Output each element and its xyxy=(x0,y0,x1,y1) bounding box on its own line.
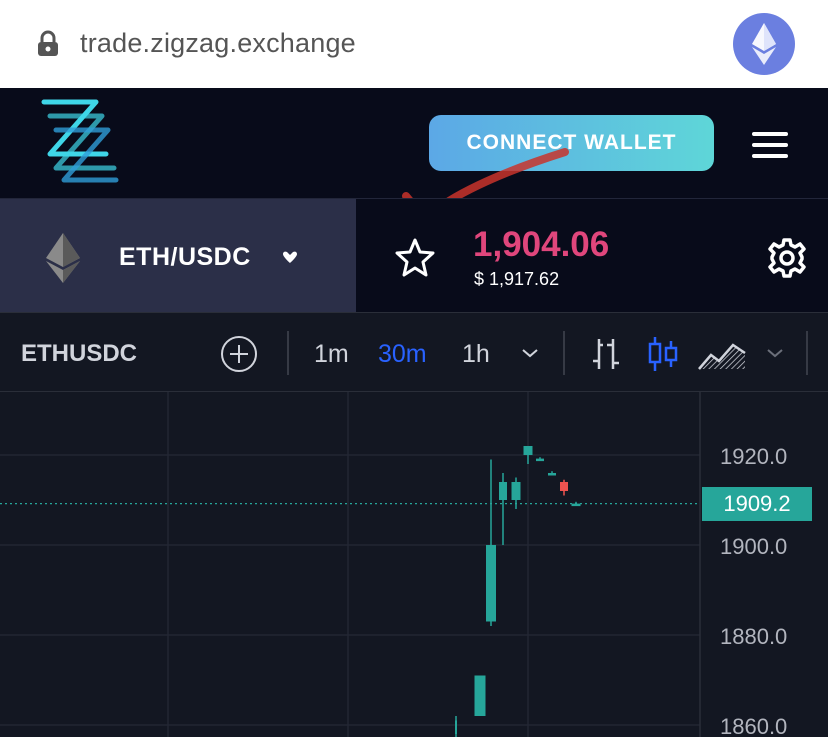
chart-canvas[interactable] xyxy=(0,392,828,737)
candle-body xyxy=(548,473,556,476)
toolbar-separator xyxy=(806,331,808,375)
area-icon[interactable] xyxy=(697,335,747,373)
timeframe-1m[interactable]: 1m xyxy=(314,340,349,369)
favorite-star-icon[interactable] xyxy=(394,237,436,277)
candle-body xyxy=(486,545,496,622)
ethereum-icon xyxy=(46,233,80,283)
candle-body xyxy=(455,720,457,734)
candle-body xyxy=(499,482,507,500)
chart-toolbar: ETHUSDC 1m 30m 1h xyxy=(0,312,828,392)
usd-price: $ 1,917.62 xyxy=(474,269,560,289)
market-bar: ETH/USDC 1,904.06 $ 1,917.62 xyxy=(0,198,828,313)
candles-icon[interactable] xyxy=(646,335,680,373)
y-tick-label: 1900.0 xyxy=(720,534,788,559)
url-text[interactable]: trade.zigzag.exchange xyxy=(80,28,356,59)
chart-symbol[interactable]: ETHUSDC xyxy=(21,340,137,368)
bars-icon[interactable] xyxy=(589,335,623,373)
browser-url-bar[interactable]: trade.zigzag.exchange xyxy=(0,0,828,88)
candle-body xyxy=(571,503,581,507)
gear-icon[interactable] xyxy=(766,237,808,279)
caret-down-icon xyxy=(283,251,297,263)
connect-wallet-button[interactable]: CONNECT WALLET xyxy=(429,115,714,171)
ethereum-icon[interactable] xyxy=(733,13,795,75)
y-tick-label: 1880.0 xyxy=(720,624,788,649)
last-price-tag: 1909.2 xyxy=(702,487,812,521)
y-tick-label: 1860.0 xyxy=(720,714,788,737)
candle-body xyxy=(536,458,544,462)
pair-label: ETH/USDC xyxy=(119,243,251,271)
candle-body xyxy=(511,482,521,500)
candle-body xyxy=(560,482,568,491)
chevron-down-icon[interactable] xyxy=(765,345,785,361)
timeframe-30m[interactable]: 30m xyxy=(378,340,427,369)
candle-body xyxy=(523,446,533,455)
chevron-down-icon[interactable] xyxy=(520,345,540,361)
y-tick-label: 1920.0 xyxy=(720,444,788,469)
timeframe-1h[interactable]: 1h xyxy=(462,340,490,369)
zigzag-logo[interactable] xyxy=(36,94,122,190)
lock-icon xyxy=(38,30,58,56)
add-indicator-icon[interactable] xyxy=(220,335,258,373)
toolbar-separator xyxy=(563,331,565,375)
app-header: CONNECT WALLET xyxy=(0,88,828,219)
candle-body xyxy=(474,675,486,716)
hamburger-menu-icon[interactable] xyxy=(752,132,788,158)
last-price: 1,904.06 xyxy=(473,225,610,264)
pair-selector[interactable]: ETH/USDC xyxy=(0,199,356,313)
price-chart[interactable]: 1920.0 1900.0 1880.0 1860.0 1909.2 xyxy=(0,392,828,737)
toolbar-separator xyxy=(287,331,289,375)
